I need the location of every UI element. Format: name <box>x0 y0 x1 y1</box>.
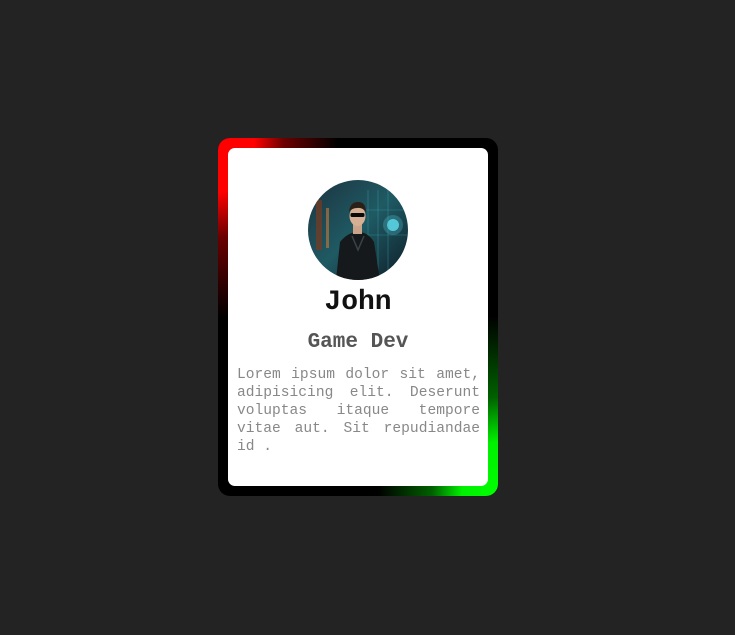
profile-card: John Game Dev Lorem ipsum dolor sit amet… <box>228 148 488 486</box>
profile-name: John <box>324 287 392 318</box>
avatar <box>308 180 408 280</box>
profile-bio: Lorem ipsum dolor sit amet, adipisicing … <box>237 367 480 455</box>
profile-role: Game Dev <box>307 331 409 354</box>
profile-card-frame: John Game Dev Lorem ipsum dolor sit amet… <box>218 138 498 496</box>
